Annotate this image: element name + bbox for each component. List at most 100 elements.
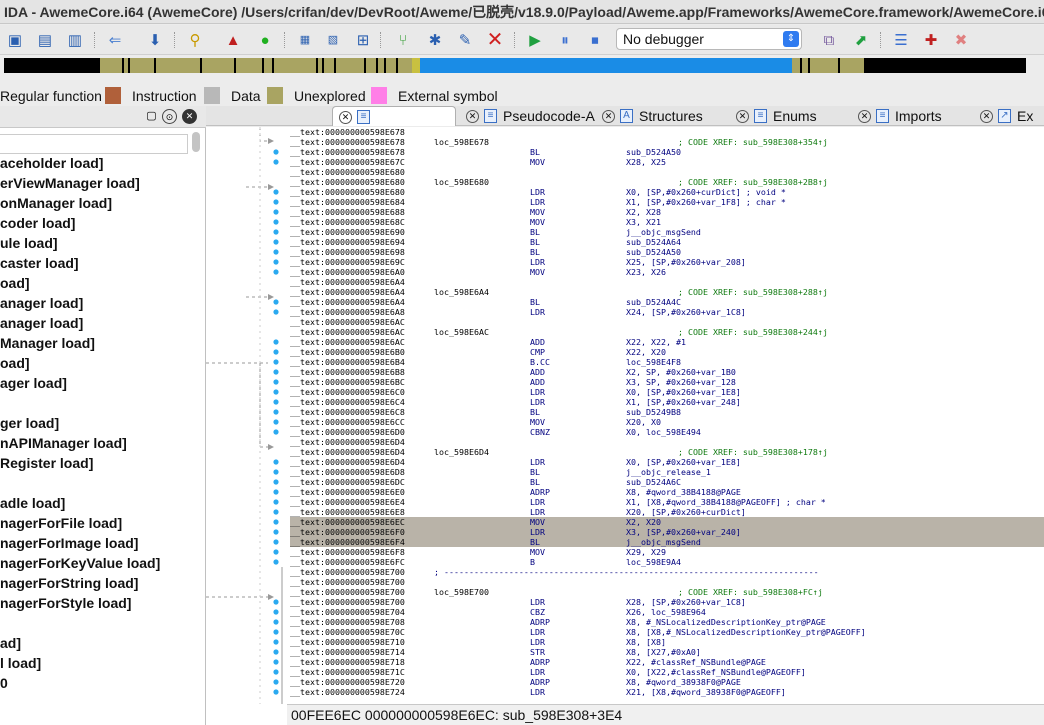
breakpoint-dot[interactable] — [273, 399, 279, 405]
close-tab-icon[interactable]: ✕ — [602, 109, 615, 123]
function-list-item[interactable]: ule load] — [0, 233, 200, 253]
breakpoint-dot[interactable] — [273, 159, 279, 165]
disasm-line[interactable]: __text:000000000598E708 ADRP X8, #_NSLocal… — [290, 617, 1044, 627]
disasm-line[interactable]: __text:000000000598E678 BL sub_D524A50 — [290, 147, 1044, 157]
cursor-icon[interactable]: ⬈ — [850, 29, 872, 51]
disassembly-view[interactable]: __text:000000000598E678 __text:0000000005… — [206, 127, 1044, 704]
disasm-line[interactable]: __text:000000000598E6A4 loc_598E6A4 ; CODE… — [290, 287, 1044, 297]
disasm-line[interactable]: __text:000000000598E690 BL j__objc_msgSend — [290, 227, 1044, 237]
bin-icon[interactable]: ▧ — [322, 29, 344, 51]
function-list-item[interactable]: anager load] — [0, 313, 200, 333]
breakpoint-dot[interactable] — [273, 679, 279, 685]
flag-icon[interactable]: ▲ — [222, 29, 244, 51]
tab-pseudocode[interactable]: ✕ ≡ Pseudocode-A — [466, 106, 595, 126]
function-list-item[interactable]: Manager load] — [0, 333, 200, 353]
disasm-line[interactable]: __text:000000000598E6E8 LDR X20, [SP,#0x26… — [290, 507, 1044, 517]
breakpoint-dot[interactable] — [273, 639, 279, 645]
disasm-line[interactable]: __text:000000000598E720 ADRP X8, #qword_38… — [290, 677, 1044, 687]
function-list-item[interactable]: nagerForImage load] — [0, 533, 200, 553]
tab-ida-view[interactable]: ✕ ≡ — [332, 106, 456, 126]
disasm-line[interactable]: __text:000000000598E69C LDR X25, [SP,#0x26… — [290, 257, 1044, 267]
disasm-line[interactable]: __text:000000000598E6D0 CBNZ X0, loc_598E4… — [290, 427, 1044, 437]
breakpoint-dot[interactable] — [273, 269, 279, 275]
breakpoint-dot[interactable] — [273, 509, 279, 515]
breakpoint-dot[interactable] — [273, 259, 279, 265]
close-red-icon[interactable]: ✕ — [484, 29, 506, 51]
function-list-item[interactable]: caster load] — [0, 253, 200, 273]
breakpoint-dot[interactable] — [273, 489, 279, 495]
close-tab-icon[interactable]: ✕ — [339, 110, 352, 124]
breakpoint-dot[interactable] — [273, 479, 279, 485]
function-list-item[interactable]: 0 — [0, 673, 200, 693]
disasm-line[interactable]: __text:000000000598E684 LDR X1, [SP,#0x260… — [290, 197, 1044, 207]
remove-breakpoint-icon[interactable]: ✖ — [950, 29, 972, 51]
tab-enums[interactable]: ✕ ≡ Enums — [736, 106, 817, 126]
function-list-item[interactable]: oad] — [0, 273, 200, 293]
disasm-line[interactable]: __text:000000000598E6C0 LDR X0, [SP,#0x260… — [290, 387, 1044, 397]
add-breakpoint-icon[interactable]: ✚ — [920, 29, 942, 51]
disasm-line[interactable]: __text:000000000598E6C4 LDR X1, [SP,#0x260… — [290, 397, 1044, 407]
function-list-item[interactable]: Register load] — [0, 453, 200, 473]
breakpoint-dot[interactable] — [273, 209, 279, 215]
close-tab-icon[interactable]: ✕ — [736, 109, 749, 123]
function-list-item[interactable] — [0, 613, 200, 633]
tab-imports[interactable]: ✕ ≡ Imports — [858, 106, 942, 126]
disasm-line[interactable]: __text:000000000598E6D4 — [290, 437, 1044, 447]
stop-icon[interactable]: ⏹ — [584, 29, 606, 51]
breakpoint-dot[interactable] — [273, 239, 279, 245]
disasm-line[interactable]: __text:000000000598E6D4 loc_598E6D4 ; CODE… — [290, 447, 1044, 457]
disasm-line[interactable]: __text:000000000598E714 STR X8, [X27,#0xA0… — [290, 647, 1044, 657]
disasm-line[interactable]: __text:000000000598E6F4 BL j__objc_msgSend — [290, 537, 1044, 547]
breakpoint-dot[interactable] — [273, 219, 279, 225]
disasm-line[interactable]: __text:000000000598E6EC MOV X2, X20 — [290, 517, 1044, 527]
disasm-line[interactable]: __text:000000000598E6B4 B.CC loc_598E4F8 — [290, 357, 1044, 367]
breakpoint-dot[interactable] — [273, 299, 279, 305]
breakpoint-dot[interactable] — [273, 529, 279, 535]
disasm-line[interactable]: __text:000000000598E704 CBZ X26, loc_598E9… — [290, 607, 1044, 617]
disasm-line[interactable]: __text:000000000598E6E4 LDR X1, [X8,#qword… — [290, 497, 1044, 507]
disasm-line[interactable]: __text:000000000598E70C LDR X8, [X8,#_NSLo… — [290, 627, 1044, 637]
restore-icon[interactable]: ▢ — [144, 109, 159, 124]
disasm-line[interactable]: __text:000000000598E6A4 — [290, 277, 1044, 287]
disasm-line[interactable]: __text:000000000598E68C MOV X3, X21 — [290, 217, 1044, 227]
window-icon[interactable]: ⧉ — [818, 29, 840, 51]
disasm-line[interactable]: __text:000000000598E6F8 MOV X29, X29 — [290, 547, 1044, 557]
breakpoint-dot[interactable] — [273, 459, 279, 465]
disasm-line[interactable]: __text:000000000598E700 loc_598E700 ; CODE… — [290, 587, 1044, 597]
search-icon[interactable]: ⚲ — [184, 29, 206, 51]
scrollbar-thumb[interactable] — [192, 132, 200, 152]
disasm-line[interactable]: __text:000000000598E724 LDR X21, [X8,#qwor… — [290, 687, 1044, 697]
function-list-item[interactable]: erViewManager load] — [0, 173, 200, 193]
disasm-line[interactable]: __text:000000000598E680 — [290, 167, 1044, 177]
breakpoint-dot[interactable] — [273, 559, 279, 565]
breakpoint-dot[interactable] — [273, 669, 279, 675]
save-icon[interactable]: ▤ — [34, 29, 56, 51]
disasm-line[interactable]: __text:000000000598E6BC ADD X3, SP, #0x260… — [290, 377, 1044, 387]
play-icon[interactable]: ▶ — [524, 29, 546, 51]
disasm-line[interactable]: __text:000000000598E6AC ADD X22, X22, #1 — [290, 337, 1044, 347]
function-list-item[interactable]: coder load] — [0, 213, 200, 233]
close-tab-icon[interactable]: ✕ — [466, 109, 479, 123]
disasm-line[interactable]: __text:000000000598E6C8 BL sub_D5249B8 — [290, 407, 1044, 417]
breakpoint-dot[interactable] — [273, 429, 279, 435]
disasm-line[interactable]: __text:000000000598E680 loc_598E680 ; CODE… — [290, 177, 1044, 187]
disasm-line[interactable]: __text:000000000598E6A0 MOV X23, X26 — [290, 267, 1044, 277]
function-list-item[interactable]: ger load] — [0, 413, 200, 433]
close-tab-icon[interactable]: ✕ — [980, 109, 993, 123]
disasm-line[interactable]: __text:000000000598E6AC — [290, 317, 1044, 327]
close-icon[interactable]: ✕ — [182, 109, 197, 124]
breakpoint-dot[interactable] — [273, 659, 279, 665]
green-run-icon[interactable]: ● — [254, 29, 276, 51]
disasm-line[interactable]: __text:000000000598E6F0 LDR X3, [SP,#0x260… — [290, 527, 1044, 537]
star-icon[interactable]: ✱ — [424, 29, 446, 51]
open-icon[interactable]: ▣ — [4, 29, 26, 51]
breakpoint-dot[interactable] — [273, 349, 279, 355]
float-icon[interactable]: ⊙ — [162, 109, 177, 124]
tab-structures[interactable]: ✕ A Structures — [602, 106, 703, 126]
function-list-item[interactable]: l load] — [0, 653, 200, 673]
breakpoint-dot[interactable] — [273, 629, 279, 635]
function-list-item[interactable]: adle load] — [0, 493, 200, 513]
breakpoint-dot[interactable] — [273, 369, 279, 375]
breakpoint-dot[interactable] — [273, 689, 279, 695]
navigation-band[interactable] — [0, 56, 1044, 76]
